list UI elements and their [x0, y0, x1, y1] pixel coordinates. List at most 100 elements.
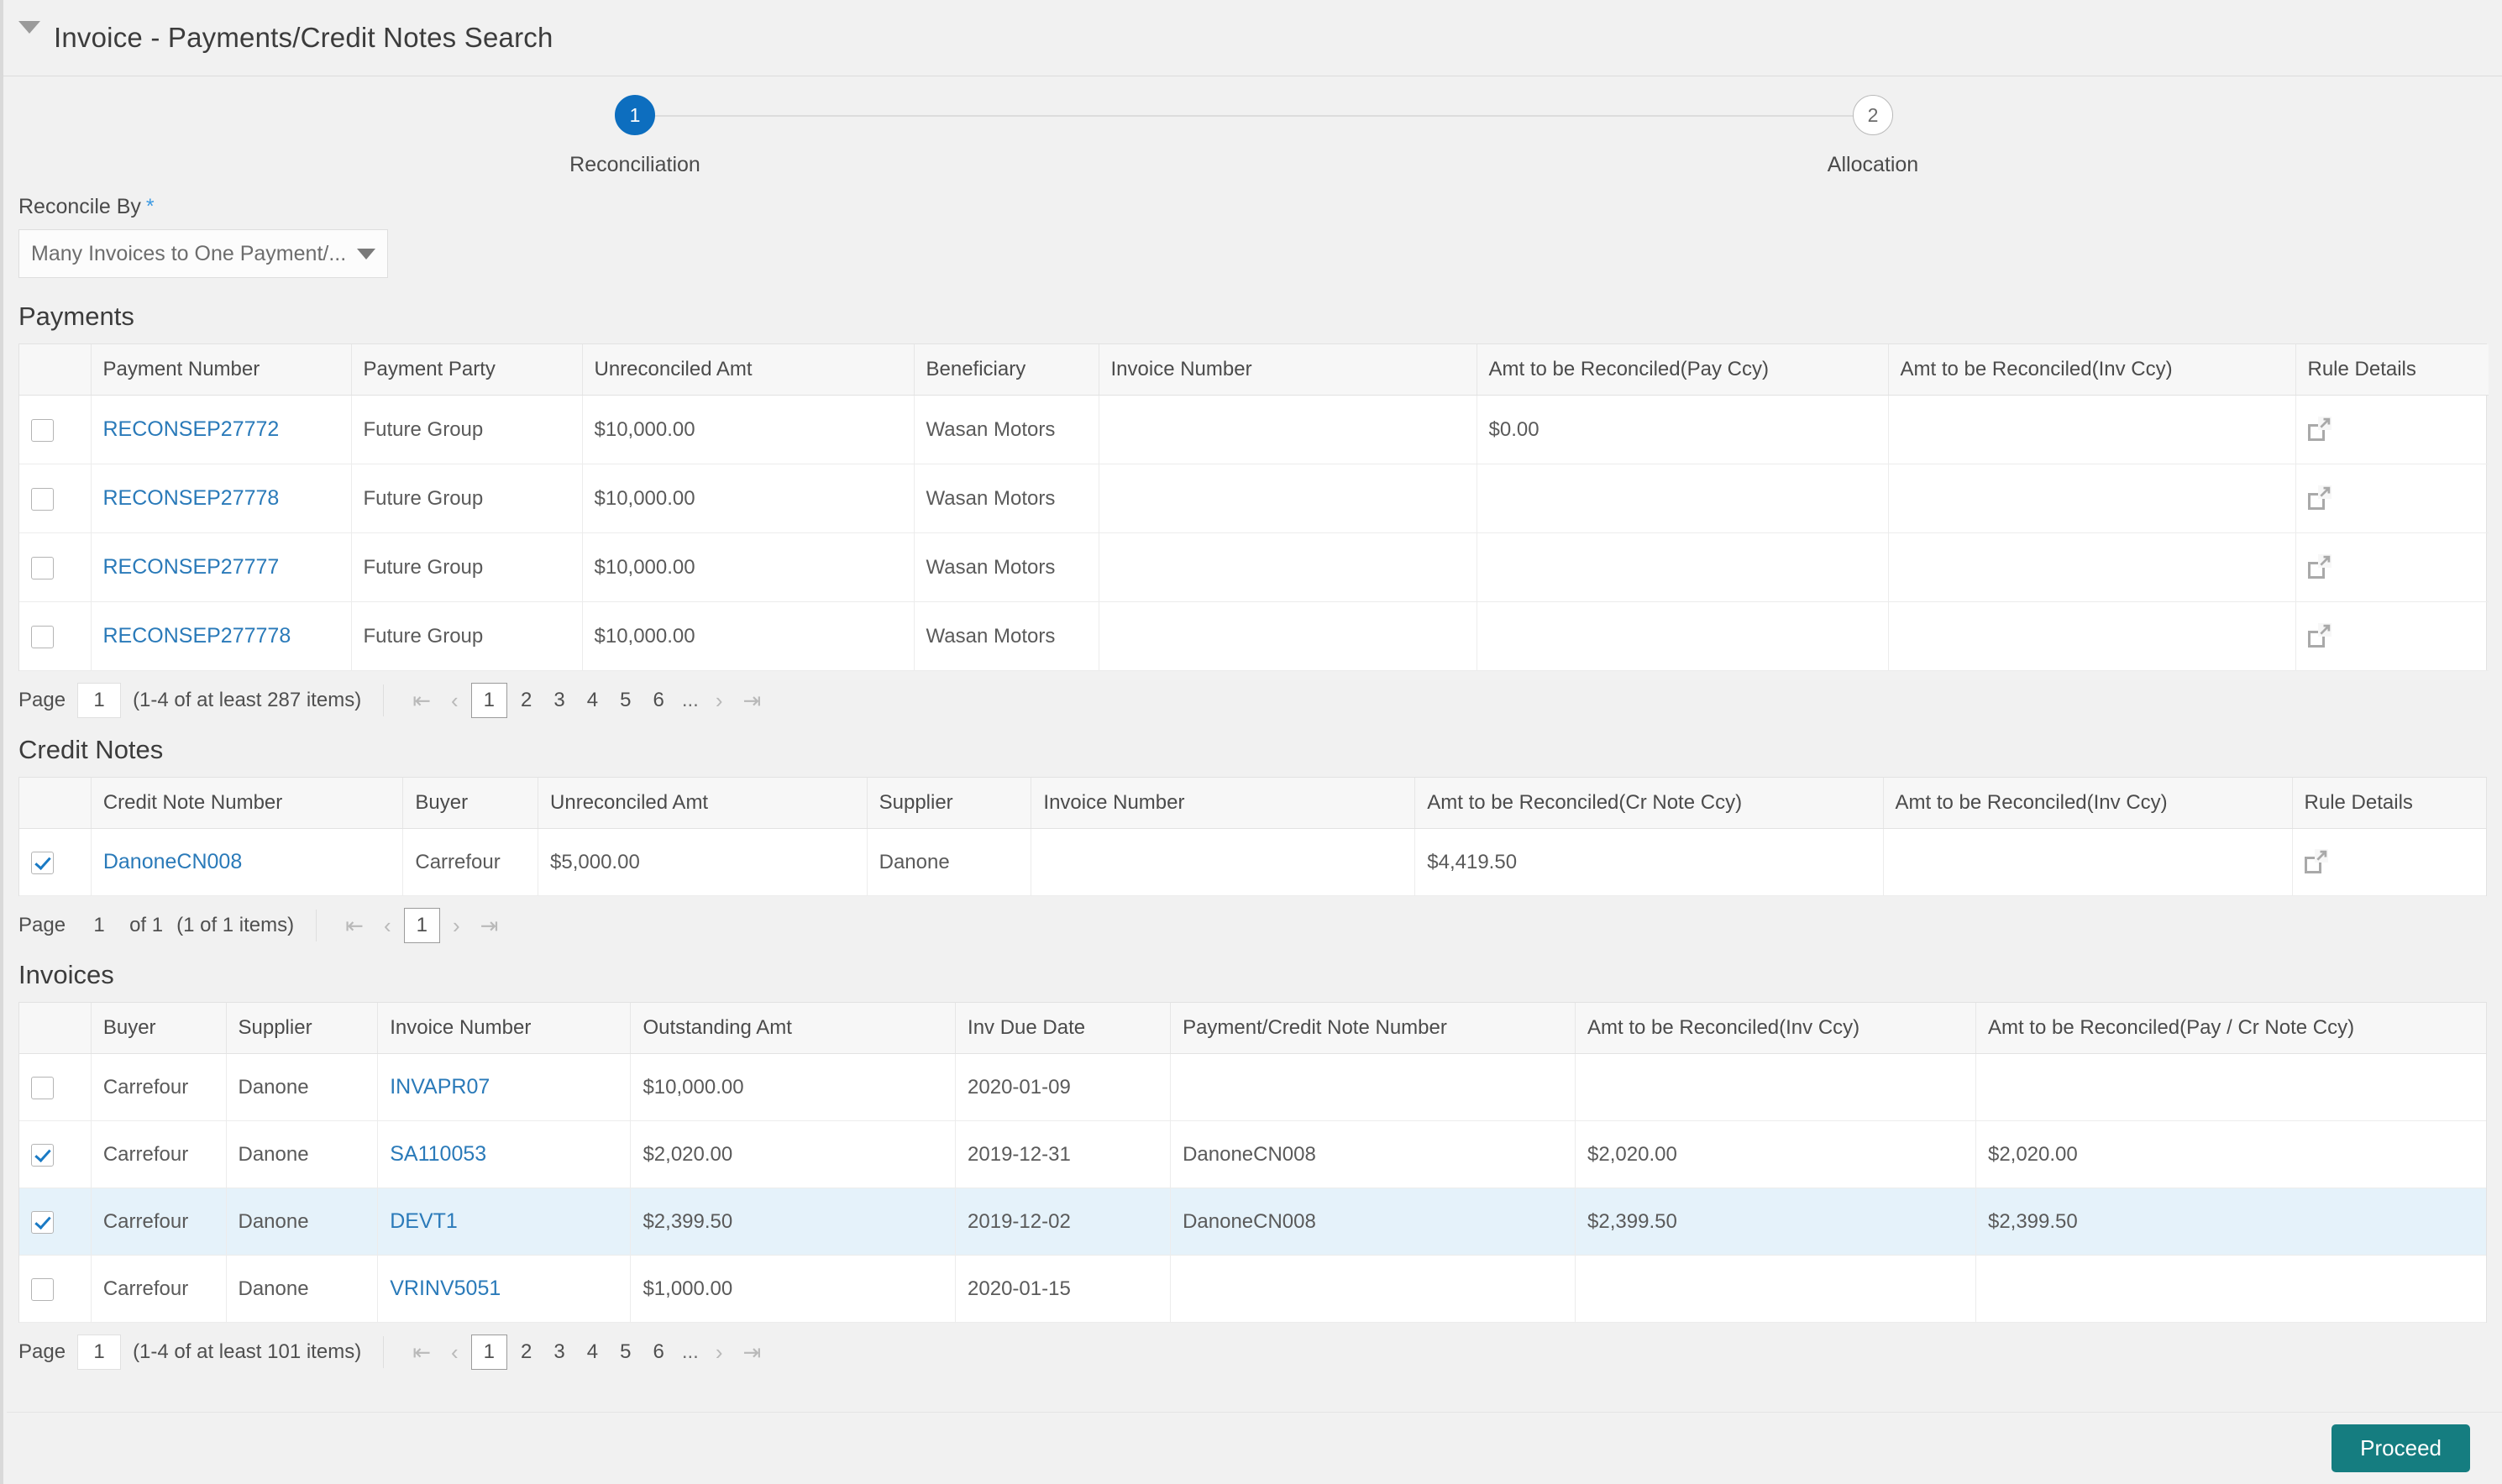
- payments-row-checkbox-cell[interactable]: [19, 395, 92, 464]
- invoice-number-link[interactable]: VRINV5051: [390, 1277, 501, 1300]
- payment-number-link[interactable]: RECONSEP27778: [103, 486, 280, 510]
- payment-number-link[interactable]: RECONSEP27772: [103, 417, 280, 441]
- table-row[interactable]: RECONSEP27777 Future Group $10,000.00 Wa…: [19, 532, 2489, 602]
- invoices-page-input[interactable]: 1: [77, 1335, 122, 1370]
- next-page-icon[interactable]: ›: [705, 1341, 733, 1363]
- payments-cell-amt-pay-ccy[interactable]: [1477, 532, 1889, 602]
- credit-notes-page-input[interactable]: 1: [77, 914, 121, 937]
- credit-notes-row-checkbox-cell[interactable]: [19, 828, 92, 896]
- invoices-cell-amt-inv-ccy[interactable]: $2,399.50: [1575, 1188, 1976, 1256]
- payments-cell-rule-details[interactable]: [2295, 464, 2489, 533]
- last-page-icon[interactable]: ⇥: [733, 1341, 772, 1363]
- payments-cell-rule-details[interactable]: [2295, 601, 2489, 671]
- page-number-1[interactable]: 1: [403, 908, 440, 943]
- credit-notes-cell-rule-details[interactable]: [2292, 828, 2486, 896]
- last-page-icon[interactable]: ⇥: [470, 915, 509, 936]
- payment-number-link[interactable]: RECONSEP277778: [103, 624, 291, 648]
- caret-down-icon[interactable]: [18, 20, 40, 34]
- table-row[interactable]: DanoneCN008 Carrefour $5,000.00 Danone $…: [19, 828, 2486, 896]
- credit-notes-cell-number[interactable]: DanoneCN008: [91, 828, 404, 896]
- invoices-row-checkbox-cell[interactable]: [19, 1120, 92, 1188]
- row-checkbox[interactable]: [31, 625, 54, 648]
- previous-page-icon[interactable]: ‹: [374, 915, 401, 936]
- payments-cell-payment-number[interactable]: RECONSEP27772: [91, 395, 352, 464]
- invoices-cell-amt-pay-cr-ccy[interactable]: [1975, 1053, 2486, 1121]
- first-page-icon[interactable]: ⇤: [402, 1341, 441, 1363]
- first-page-icon[interactable]: ⇤: [335, 915, 374, 936]
- payments-cell-rule-details[interactable]: [2295, 395, 2489, 464]
- payments-row-checkbox-cell[interactable]: [19, 532, 92, 602]
- credit-notes-cell-amt-cr-note-ccy[interactable]: $4,419.50: [1414, 828, 1884, 896]
- invoice-number-link[interactable]: DEVT1: [390, 1209, 458, 1233]
- external-link-icon[interactable]: [2307, 623, 2332, 648]
- payments-cell-payment-number[interactable]: RECONSEP27777: [91, 532, 352, 602]
- payments-cell-rule-details[interactable]: [2295, 532, 2489, 602]
- table-row[interactable]: RECONSEP27778 Future Group $10,000.00 Wa…: [19, 464, 2489, 533]
- payments-page-input[interactable]: 1: [77, 683, 122, 718]
- page-number-1[interactable]: 1: [470, 683, 508, 718]
- page-number-3[interactable]: 3: [543, 690, 575, 711]
- payments-cell-amt-pay-ccy[interactable]: $0.00: [1477, 395, 1889, 464]
- previous-page-icon[interactable]: ‹: [441, 1341, 469, 1363]
- external-link-icon[interactable]: [2304, 849, 2328, 874]
- table-row[interactable]: Carrefour Danone DEVT1 $2,399.50 2019-12…: [19, 1188, 2486, 1256]
- payments-cell-amt-inv-ccy[interactable]: [1888, 601, 2296, 671]
- page-number-5[interactable]: 5: [609, 690, 642, 711]
- payment-number-link[interactable]: RECONSEP27777: [103, 555, 280, 579]
- invoices-cell-amt-pay-cr-ccy[interactable]: [1975, 1255, 2486, 1323]
- row-checkbox[interactable]: [31, 418, 54, 442]
- external-link-icon[interactable]: [2307, 485, 2332, 511]
- invoices-cell-amt-inv-ccy[interactable]: [1575, 1255, 1976, 1323]
- table-row[interactable]: Carrefour Danone VRINV5051 $1,000.00 202…: [19, 1255, 2486, 1323]
- payments-cell-payment-number[interactable]: RECONSEP277778: [91, 601, 352, 671]
- payments-row-checkbox-cell[interactable]: [19, 601, 92, 671]
- row-checkbox[interactable]: [31, 851, 54, 874]
- invoices-row-checkbox-cell[interactable]: [19, 1053, 92, 1121]
- row-checkbox[interactable]: [31, 487, 54, 511]
- first-page-icon[interactable]: ⇤: [402, 690, 441, 711]
- row-checkbox[interactable]: [31, 556, 54, 579]
- previous-page-icon[interactable]: ‹: [441, 690, 469, 711]
- payments-cell-amt-pay-ccy[interactable]: [1477, 464, 1889, 533]
- row-checkbox[interactable]: [31, 1210, 54, 1234]
- page-number-4[interactable]: 4: [576, 1342, 609, 1362]
- external-link-icon[interactable]: [2307, 417, 2332, 442]
- payments-cell-amt-inv-ccy[interactable]: [1888, 395, 2296, 464]
- invoices-cell-amt-pay-cr-ccy[interactable]: $2,020.00: [1975, 1120, 2486, 1188]
- invoices-row-checkbox-cell[interactable]: [19, 1255, 92, 1323]
- invoice-number-link[interactable]: SA110053: [390, 1142, 486, 1166]
- credit-notes-cell-amt-inv-ccy[interactable]: [1883, 828, 2293, 896]
- page-number-6[interactable]: 6: [642, 690, 674, 711]
- page-number-4[interactable]: 4: [576, 690, 609, 711]
- payments-cell-amt-inv-ccy[interactable]: [1888, 464, 2296, 533]
- table-row[interactable]: RECONSEP277778 Future Group $10,000.00 W…: [19, 601, 2489, 671]
- next-page-icon[interactable]: ›: [705, 690, 733, 711]
- invoices-cell-invoice-number[interactable]: VRINV5051: [377, 1255, 632, 1323]
- step-allocation[interactable]: 2 Allocation: [1772, 95, 1974, 177]
- table-row[interactable]: Carrefour Danone INVAPR07 $10,000.00 202…: [19, 1053, 2486, 1121]
- table-row[interactable]: Carrefour Danone SA110053 $2,020.00 2019…: [19, 1120, 2486, 1188]
- invoices-cell-invoice-number[interactable]: DEVT1: [377, 1188, 632, 1256]
- page-number-6[interactable]: 6: [642, 1342, 674, 1362]
- page-number-1[interactable]: 1: [470, 1335, 508, 1370]
- last-page-icon[interactable]: ⇥: [733, 690, 772, 711]
- table-row[interactable]: RECONSEP27772 Future Group $10,000.00 Wa…: [19, 395, 2489, 464]
- payments-row-checkbox-cell[interactable]: [19, 464, 92, 533]
- row-checkbox[interactable]: [31, 1277, 54, 1301]
- page-number-2[interactable]: 2: [510, 1342, 543, 1362]
- invoices-cell-invoice-number[interactable]: SA110053: [377, 1120, 632, 1188]
- invoices-cell-amt-pay-cr-ccy[interactable]: $2,399.50: [1975, 1188, 2486, 1256]
- invoice-number-link[interactable]: INVAPR07: [390, 1075, 490, 1099]
- payments-cell-payment-number[interactable]: RECONSEP27778: [91, 464, 352, 533]
- page-number-5[interactable]: 5: [609, 1342, 642, 1362]
- credit-note-number-link[interactable]: DanoneCN008: [103, 850, 242, 873]
- invoices-cell-amt-inv-ccy[interactable]: [1575, 1053, 1976, 1121]
- external-link-icon[interactable]: [2307, 554, 2332, 579]
- reconcile-by-select[interactable]: Many Invoices to One Payment/...: [18, 229, 388, 278]
- step-reconciliation[interactable]: 1 Reconciliation: [534, 95, 736, 177]
- payments-cell-amt-inv-ccy[interactable]: [1888, 532, 2296, 602]
- row-checkbox[interactable]: [31, 1076, 54, 1099]
- page-number-3[interactable]: 3: [543, 1342, 575, 1362]
- payments-cell-amt-pay-ccy[interactable]: [1477, 601, 1889, 671]
- proceed-button[interactable]: Proceed: [2332, 1424, 2470, 1472]
